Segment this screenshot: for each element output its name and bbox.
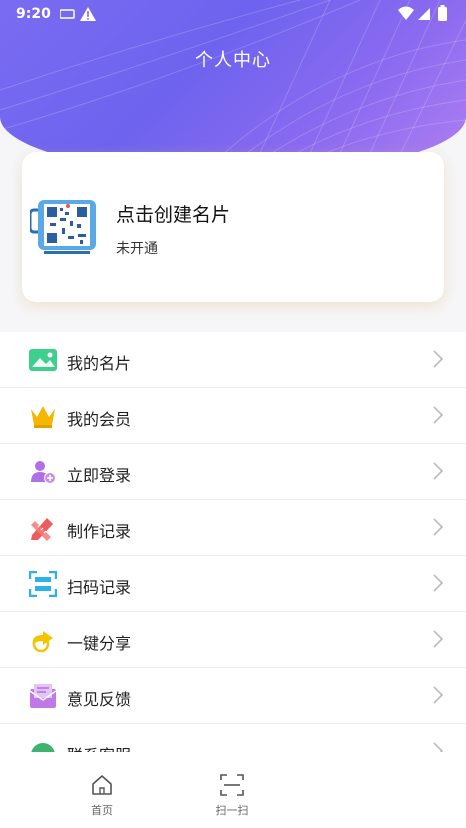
status-bar: 9:20 (0, 0, 466, 28)
menu-item-make-records[interactable]: 制作记录 (0, 500, 466, 556)
menu-list: 我的名片 我的会员 立即登录 制作记录 扫码记录 一键分享 意见反馈 (0, 332, 466, 752)
card-title: 点击创建名片 (116, 204, 231, 226)
card-status: 未开通 (116, 241, 158, 257)
menu-item-membership[interactable]: 我的会员 (0, 388, 466, 444)
share-icon (32, 631, 53, 653)
status-time: 9:20 (16, 6, 51, 22)
menu-label: 联系客服 (67, 742, 131, 752)
menu-label: 意见反馈 (67, 690, 132, 709)
menu-label: 一键分享 (67, 634, 132, 653)
chevron-right-icon (433, 742, 444, 752)
chevron-right-icon (433, 350, 444, 368)
menu-label: 我的会员 (67, 410, 132, 429)
service-icon (31, 743, 55, 752)
menu-label: 制作记录 (67, 522, 132, 541)
tab-home[interactable]: 首页 (62, 774, 142, 818)
bottom-tab-bar: 首页 扫一扫 (0, 752, 466, 828)
menu-item-login[interactable]: 立即登录 (0, 444, 466, 500)
user-add-icon (31, 461, 56, 484)
menu-item-share[interactable]: 一键分享 (0, 612, 466, 668)
menu-item-scan-records[interactable]: 扫码记录 (0, 556, 466, 612)
tab-scan-label: 扫一扫 (215, 804, 249, 817)
qr-card-icon (30, 200, 96, 254)
chevron-right-icon (433, 518, 444, 536)
scan-frame-icon (220, 774, 244, 796)
menu-label: 扫码记录 (67, 578, 132, 597)
chevron-right-icon (433, 574, 444, 592)
tab-home-label: 首页 (91, 804, 113, 817)
chevron-right-icon (433, 686, 444, 704)
crown-icon (31, 406, 55, 428)
home-icon (92, 775, 112, 795)
scan-icon (29, 571, 57, 597)
status-right-icons (398, 5, 452, 27)
wifi-signal-battery-icon (398, 5, 447, 21)
pencil-ruler-icon (31, 518, 53, 541)
chevron-right-icon (433, 406, 444, 424)
create-card[interactable]: 点击创建名片 未开通 (22, 152, 444, 302)
chevron-right-icon (433, 462, 444, 480)
mail-icon (29, 684, 57, 708)
menu-item-feedback[interactable]: 意见反馈 (0, 668, 466, 724)
keyboard-warning-icon (59, 7, 96, 21)
chevron-right-icon (433, 630, 444, 648)
image-card-icon (29, 349, 57, 371)
menu-item-my-card[interactable]: 我的名片 (0, 332, 466, 388)
tab-scan[interactable]: 扫一扫 (192, 774, 272, 818)
page-title: 个人中心 (195, 50, 271, 71)
status-left-icons (59, 6, 104, 26)
menu-item-contact-service[interactable]: 联系客服 (0, 724, 466, 752)
menu-label: 立即登录 (67, 466, 132, 485)
menu-label: 我的名片 (67, 354, 132, 373)
